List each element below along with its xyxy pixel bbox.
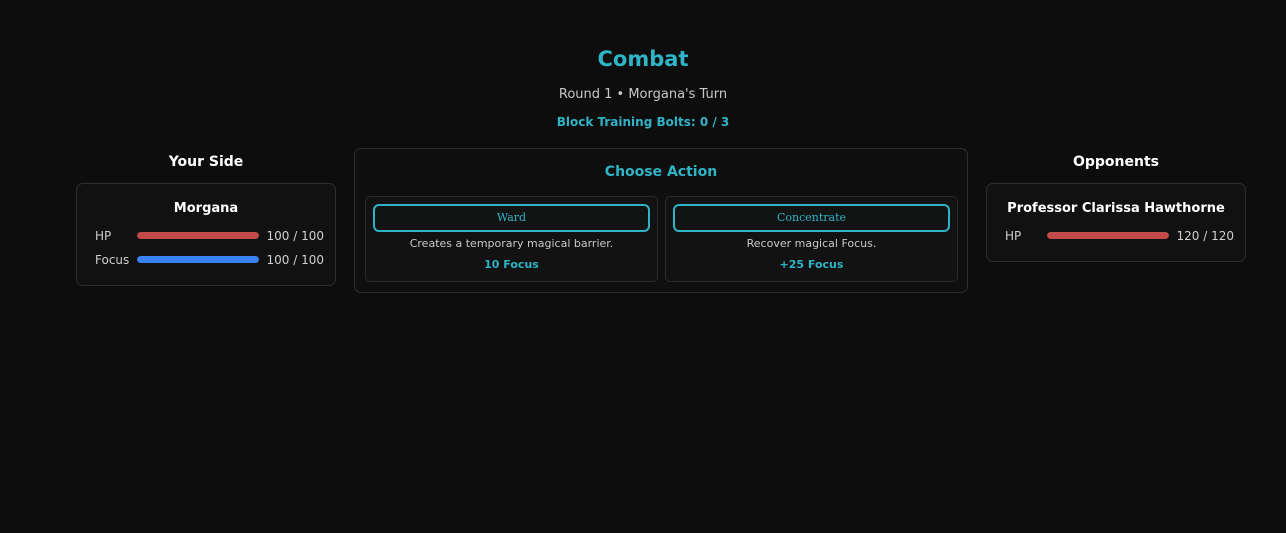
combat-screen: Combat Round 1 • Morgana's Turn Block Tr… xyxy=(0,0,1286,533)
player-focus-row: Focus 100 / 100 xyxy=(77,249,335,273)
player-focus-value: 100 / 100 xyxy=(266,253,324,267)
focus-label: Focus xyxy=(95,253,130,267)
player-hp-bar xyxy=(137,232,259,239)
concentrate-button[interactable]: Concentrate xyxy=(673,204,950,232)
hp-label: HP xyxy=(95,229,112,243)
concentrate-description: Recover magical Focus. xyxy=(746,237,877,250)
opponent-hp-value: 120 / 120 xyxy=(1176,229,1234,243)
opponent-hp-bar xyxy=(1047,232,1169,239)
opponents-heading: Opponents xyxy=(1072,154,1160,170)
action-panel: Choose Action Ward Creates a temporary m… xyxy=(354,148,968,293)
action-heading: Choose Action xyxy=(604,164,718,180)
opponent-name: Professor Clarissa Hawthorne xyxy=(1007,201,1225,216)
opponent-hp-fill xyxy=(1047,232,1169,239)
round-status: Round 1 • Morgana's Turn xyxy=(558,87,728,102)
ward-description: Creates a temporary magical barrier. xyxy=(409,237,614,250)
player-hp-fill xyxy=(137,232,259,239)
player-card: Morgana HP 100 / 100 Focus 100 / 100 xyxy=(76,183,336,286)
bolts-status: Block Training Bolts: 0 / 3 xyxy=(556,115,730,129)
player-name: Morgana xyxy=(173,201,239,216)
player-focus-fill xyxy=(137,256,259,263)
opponent-card: Professor Clarissa Hawthorne HP 120 / 12… xyxy=(986,183,1246,262)
opponent-hp-row: HP 120 / 120 xyxy=(987,225,1245,249)
ward-button[interactable]: Ward xyxy=(373,204,650,232)
your-side-heading: Your Side xyxy=(168,154,244,170)
page-title: Combat xyxy=(597,47,689,71)
player-hp-row: HP 100 / 100 xyxy=(77,225,335,249)
hp-label: HP xyxy=(1005,229,1022,243)
player-hp-value: 100 / 100 xyxy=(266,229,324,243)
player-focus-bar xyxy=(137,256,259,263)
action-card-concentrate: Concentrate Recover magical Focus. +25 F… xyxy=(665,196,958,282)
concentrate-cost: +25 Focus xyxy=(779,258,844,271)
ward-cost: 10 Focus xyxy=(484,258,539,271)
action-card-ward: Ward Creates a temporary magical barrier… xyxy=(365,196,658,282)
